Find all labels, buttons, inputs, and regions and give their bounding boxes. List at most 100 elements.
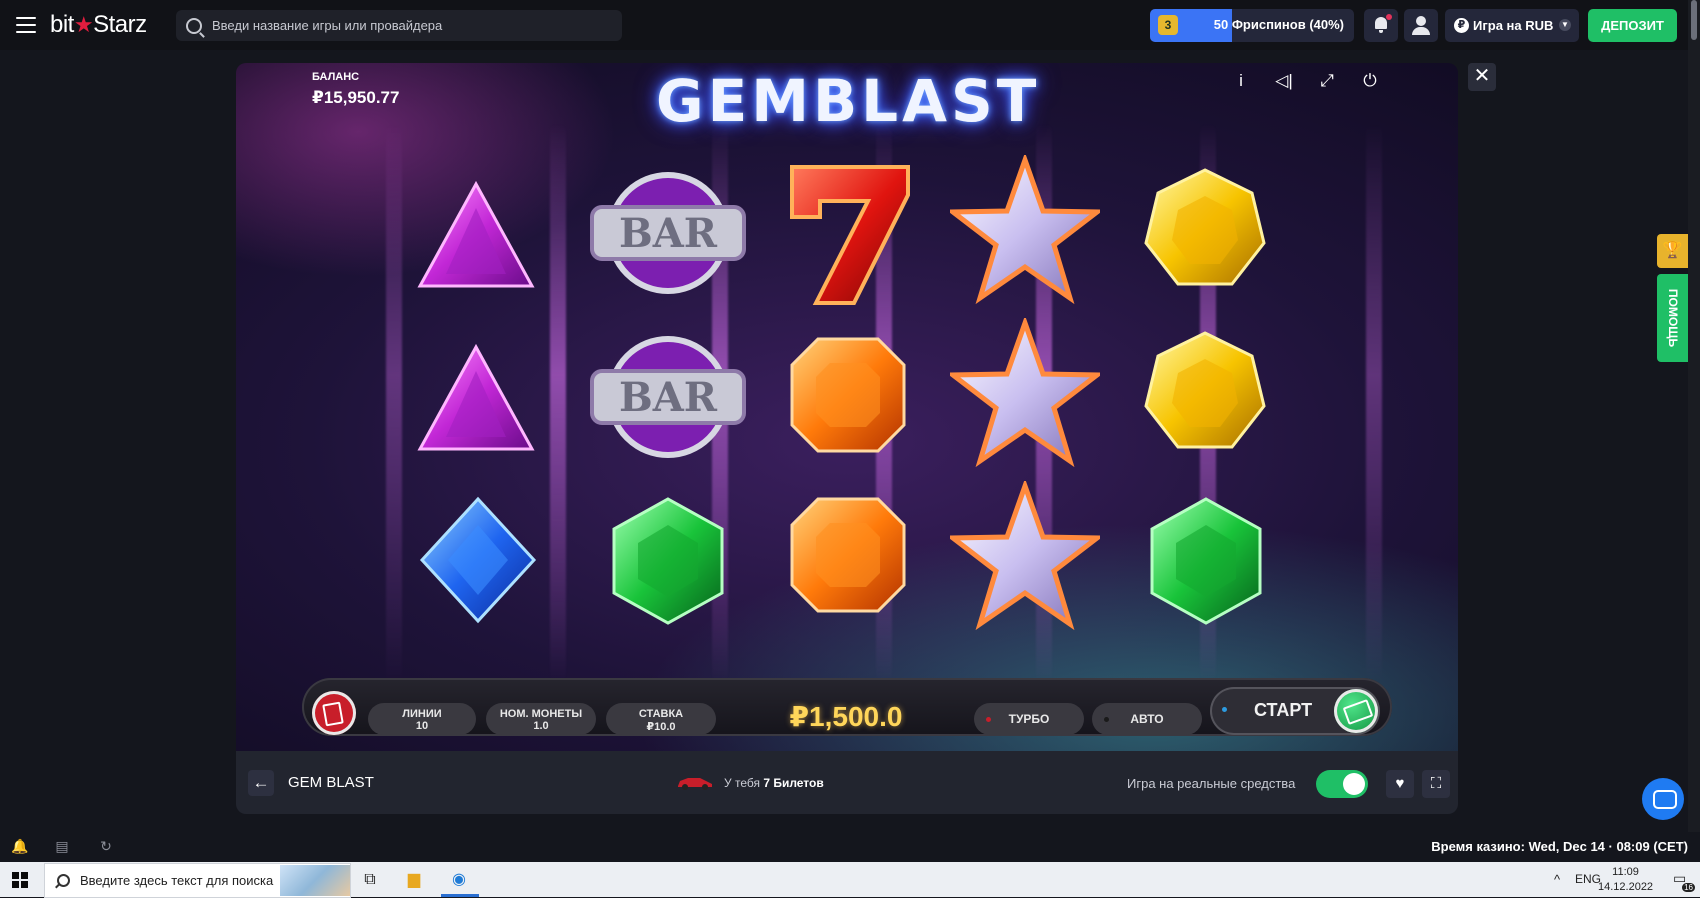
orange-octagon-symbol [790,337,906,453]
taskbar-search-input[interactable]: Введите здесь текст для поиска [44,863,351,898]
bet-selector[interactable]: СТАВКА ₽10.0 [606,703,716,735]
game-logo-title: GEMBLAST [656,67,1041,135]
system-clock[interactable]: 11:09 14.12.2022 [1598,865,1653,895]
svg-text:BAR: BAR [619,374,718,421]
bar-symbol: BAR [590,336,746,458]
tickets-prefix: У тебя [724,776,760,790]
bar-symbol: BAR [590,172,746,294]
freespins-progress[interactable]: 3 50 Фриспинов (40%) [1150,9,1354,42]
help-label: ПОМОЩЬ [1666,288,1680,348]
auto-button[interactable]: АВТО [1092,703,1202,735]
windows-taskbar: Введите здесь текст для поиска ⧉ ▆ ◉ ^ E… [0,862,1700,898]
balance-value: ₽15,950.77 [312,88,400,107]
taskbar-search-placeholder: Введите здесь текст для поиска [80,873,274,888]
purple-triangle-symbol [417,343,535,451]
notifications-button[interactable] [1364,9,1398,42]
sound-icon[interactable]: ◁| [1273,70,1295,92]
chevron-down-icon: ▼ [1559,19,1571,31]
taskbar-search-icon [57,874,70,887]
start-indicator [1222,707,1227,712]
favorite-heart-icon[interactable]: ♥ [1386,770,1414,798]
help-tab[interactable]: ПОМОЩЬ [1657,274,1688,362]
top-navigation-bar: bit★Starz Введи название игры или провай… [0,0,1700,50]
coin-value-selector[interactable]: НОМ. МОНЕТЫ 1.0 [486,703,596,735]
turbo-button[interactable]: ТУРБО [974,703,1084,735]
coin-value: 1.0 [533,720,549,732]
back-arrow-icon[interactable]: ← [248,770,274,796]
file-explorer-icon[interactable]: ▆ [400,866,428,894]
yellow-heptagon-symbol [1144,331,1266,449]
trophy-icon[interactable]: 🏆 [1657,234,1688,268]
ruble-icon: ₽ [1454,18,1469,33]
spin-start-button[interactable]: СТАРТ [1210,687,1380,735]
freespins-label: 50 Фриспинов (40%) [1213,17,1344,32]
currency-selector[interactable]: ₽ Игра на RUB ▼ [1445,9,1579,42]
auto-label: АВТО [1130,712,1164,726]
lines-label: ЛИНИИ [402,708,442,720]
auto-indicator [1104,717,1109,722]
bell-icon [1375,17,1387,33]
menu-icon[interactable] [16,17,36,33]
balance-label: БАЛАНС [312,71,360,83]
coin-label: НОМ. МОНЕТЫ [499,708,583,720]
tickets-info: У тебя 7 Билетов [724,776,824,790]
search-icon [186,17,202,34]
profile-button[interactable] [1404,9,1438,42]
bell-outline-icon[interactable]: 🔔 [10,836,30,856]
power-icon[interactable]: ⏻ [1359,70,1381,92]
money-stack-icon [1334,689,1378,733]
currency-label: Игра на RUB [1473,18,1554,33]
lines-value: 10 [415,720,429,732]
clock-date: 14.12.2022 [1598,881,1654,893]
svg-text:BAR: BAR [619,210,718,257]
task-view-icon[interactable]: ⧉ [356,866,384,894]
bitstarz-logo[interactable]: bit★Starz [50,11,147,39]
start-label: СТАРТ [1254,700,1313,720]
blue-diamond-symbol [419,496,537,624]
silver-star-symbol [950,481,1100,631]
logo-text-left: bit [50,11,74,38]
yellow-heptagon-symbol [1144,168,1266,286]
level-badge: 3 [1158,15,1178,35]
logo-text-right: Starz [93,11,147,38]
calculator-icon[interactable]: ▤ [52,836,72,856]
page-scrollbar[interactable] [1688,0,1700,862]
notification-center-icon[interactable]: ▭ 16 [1673,870,1695,892]
search-placeholder: Введи название игры или провайдера [212,18,443,33]
orange-octagon-symbol [790,497,906,613]
page-scrollbar-thumb[interactable] [1691,0,1697,40]
green-hexagon-symbol [1150,497,1262,625]
tray-chevron-up-icon[interactable]: ^ [1554,872,1560,887]
windows-start-icon[interactable] [12,872,28,888]
turbo-indicator [986,717,991,722]
chat-support-icon[interactable] [1642,778,1684,820]
search-highlight-image [280,865,350,896]
user-icon [1416,16,1426,26]
bet-label: СТАВКА [638,708,684,720]
toggle-knob [1343,773,1365,795]
real-money-toggle[interactable] [1316,770,1368,798]
fullscreen-expand-icon[interactable]: ⛶ [1422,770,1450,798]
gamble-cards-button[interactable] [312,691,356,735]
refresh-icon[interactable]: ↻ [96,836,116,856]
edge-browser-icon[interactable]: ◉ [445,866,473,894]
reel-divider [386,123,402,683]
reel-divider [1366,123,1382,683]
game-canvas[interactable]: БАЛАНС ₽15,950.77 GEMBLAST i ◁| ⤢ ⏻ BAR … [236,63,1458,751]
info-icon[interactable]: i [1230,70,1252,92]
red-seven-symbol [790,165,910,305]
car-icon [678,778,712,790]
game-name: GEM BLAST [288,774,374,791]
silver-star-symbol [950,155,1100,305]
win-amount: ₽1,500.0 [789,701,903,732]
real-money-label: Игра на реальные средства [1127,776,1296,791]
lines-selector[interactable]: ЛИНИИ 10 [368,703,476,735]
close-game-button[interactable]: ✕ [1468,63,1496,91]
green-hexagon-symbol [612,497,724,625]
game-search-input[interactable]: Введи название игры или провайдера [176,10,622,41]
notification-dot [1386,14,1392,20]
purple-triangle-symbol [417,180,535,288]
reel-divider [550,123,566,683]
deposit-button[interactable]: ДЕПОЗИТ [1588,9,1677,42]
fullscreen-icon[interactable]: ⤢ [1316,70,1338,92]
